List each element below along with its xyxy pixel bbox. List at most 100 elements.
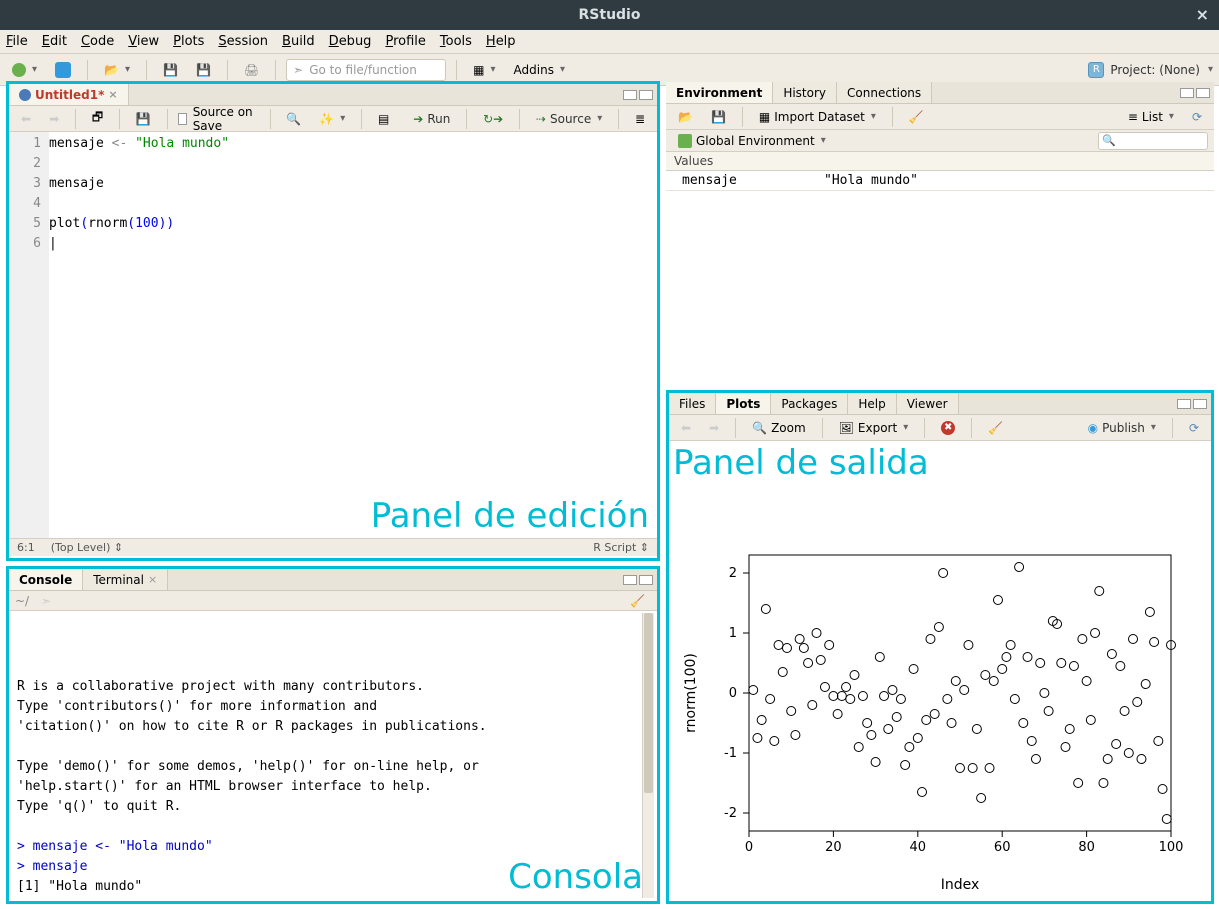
new-file-button[interactable]: ▾ <box>6 61 43 79</box>
editor-minimize-icon[interactable] <box>623 90 637 100</box>
window-close-button[interactable]: × <box>1196 0 1209 30</box>
outline-button[interactable]: ≣ <box>629 110 651 128</box>
cursor-position: 6:1 <box>17 541 35 554</box>
open-file-button[interactable]: 📂▾ <box>98 61 136 79</box>
editor-gutter: 123456 <box>9 132 49 538</box>
terminal-tab[interactable]: Terminal× <box>83 569 168 590</box>
console-scrollbar[interactable] <box>642 613 654 898</box>
output-maximize-icon[interactable] <box>1193 399 1207 409</box>
output-minimize-icon[interactable] <box>1177 399 1191 409</box>
env-scope-selector[interactable]: Global Environment▾ <box>672 132 832 150</box>
save-all-button[interactable]: 💾 <box>190 61 217 79</box>
clear-plots-button[interactable]: 🧹 <box>982 419 1009 437</box>
env-values-header: Values <box>666 152 1214 171</box>
svg-text:-1: -1 <box>724 746 737 761</box>
env-maximize-icon[interactable] <box>1196 88 1210 98</box>
terminal-close-icon[interactable]: × <box>148 573 157 586</box>
search-icon: 🔍 <box>1102 134 1116 147</box>
addins-menu[interactable]: Addins▾ <box>508 61 571 79</box>
export-button[interactable]: 🖼 Export▾ <box>833 419 915 437</box>
close-tab-icon[interactable]: × <box>108 88 117 101</box>
window-title: RStudio <box>579 7 641 23</box>
source-on-save-label: Source on Save <box>193 105 260 133</box>
editor-back-button[interactable]: ⬅ <box>15 110 37 128</box>
rerun-button[interactable]: ↻➔ <box>477 110 509 128</box>
plots-refresh-button[interactable]: ⟳ <box>1183 419 1205 437</box>
publish-button[interactable]: ◉ Publish▾ <box>1082 419 1162 437</box>
print-button[interactable]: 🖨 <box>238 61 265 79</box>
output-pane: Files Plots Packages Help Viewer ⬅ ➡ 🔍 Z… <box>666 390 1214 904</box>
menu-debug[interactable]: Debug <box>329 34 372 49</box>
editor-file-tab[interactable]: Untitled1* × <box>9 84 129 105</box>
menu-help[interactable]: Help <box>486 34 516 49</box>
run-button[interactable]: ➔ Run <box>407 110 456 128</box>
zoom-button[interactable]: 🔍 Zoom <box>746 419 812 437</box>
load-workspace-button[interactable]: 📂 <box>672 108 699 126</box>
menu-build[interactable]: Build <box>282 34 315 49</box>
clear-console-button[interactable]: 🧹 <box>624 592 651 610</box>
menu-tools[interactable]: Tools <box>440 34 472 49</box>
import-dataset-button[interactable]: ▦ Import Dataset▾ <box>753 108 882 126</box>
files-tab[interactable]: Files <box>669 393 716 414</box>
svg-text:Index: Index <box>941 877 980 893</box>
env-minimize-icon[interactable] <box>1180 88 1194 98</box>
environment-tab[interactable]: Environment <box>666 82 773 103</box>
source-on-save-checkbox[interactable] <box>178 113 187 125</box>
globe-icon <box>678 134 692 148</box>
grid-button[interactable]: ▦▾ <box>467 61 501 79</box>
menu-plots[interactable]: Plots <box>173 34 204 49</box>
remove-plot-button[interactable]: ✖ <box>935 419 961 437</box>
editor-fwd-button[interactable]: ➡ <box>43 110 65 128</box>
packages-tab[interactable]: Packages <box>771 393 848 414</box>
svg-text:0: 0 <box>729 686 737 701</box>
console-output[interactable]: R is a collaborative project with many c… <box>9 611 657 899</box>
plot-prev-button[interactable]: ⬅ <box>675 419 697 437</box>
magic-wand-button[interactable]: ✨▾ <box>313 110 351 128</box>
file-type-selector[interactable]: R Script ⇕ <box>593 541 649 554</box>
show-in-new-window-button[interactable]: 🗗 <box>86 106 109 131</box>
editor-save-button[interactable]: 💾 <box>130 110 157 128</box>
menu-profile[interactable]: Profile <box>385 34 425 49</box>
svg-text:1: 1 <box>729 626 737 641</box>
viewer-tab[interactable]: Viewer <box>897 393 959 414</box>
notebook-button[interactable]: ▤ <box>372 110 395 128</box>
console-cwd: ~/ <box>15 594 29 608</box>
project-menu[interactable]: R Project: (None) ▾ <box>1088 62 1213 78</box>
console-cwd-go-icon[interactable]: ➣ <box>35 592 57 610</box>
plot-next-button[interactable]: ➡ <box>703 419 725 437</box>
env-row[interactable]: mensaje"Hola mundo" <box>666 171 1214 191</box>
save-button[interactable]: 💾 <box>157 61 184 79</box>
connections-tab[interactable]: Connections <box>837 82 932 103</box>
plots-tab[interactable]: Plots <box>716 393 771 414</box>
editor-maximize-icon[interactable] <box>639 90 653 100</box>
editor-code-area[interactable]: mensaje <- "Hola mundo"mensajeplot(rnorm… <box>49 132 657 538</box>
console-tab[interactable]: Console <box>9 569 83 590</box>
save-workspace-button[interactable]: 💾 <box>705 108 732 126</box>
find-button[interactable]: 🔍 <box>280 110 307 128</box>
svg-text:20: 20 <box>825 840 842 855</box>
env-refresh-button[interactable]: ⟳ <box>1186 108 1208 126</box>
new-project-button[interactable] <box>49 60 77 80</box>
clear-env-button[interactable]: 🧹 <box>903 108 930 126</box>
menu-edit[interactable]: Edit <box>42 34 67 49</box>
svg-text:60: 60 <box>994 840 1011 855</box>
svg-text:100: 100 <box>1159 840 1184 855</box>
go-arrow-icon: ➣ <box>293 63 303 77</box>
scope-selector[interactable]: (Top Level) ⇕ <box>51 541 123 554</box>
workspace: Untitled1* × ⬅ ➡ 🗗 💾 Source on Save 🔍 ✨▾… <box>0 86 1219 909</box>
plot-area: 020406080100-2-1012Indexrnorm(100) <box>669 445 1211 901</box>
svg-text:2: 2 <box>729 566 737 581</box>
history-tab[interactable]: History <box>773 82 837 103</box>
go-to-file-input[interactable]: ➣ Go to file/function <box>286 59 446 81</box>
env-view-mode[interactable]: ≡ List▾ <box>1122 108 1180 126</box>
source-button[interactable]: ⇢ Source▾ <box>530 110 608 128</box>
help-tab[interactable]: Help <box>848 393 896 414</box>
svg-text:0: 0 <box>745 840 753 855</box>
menu-file[interactable]: File <box>6 34 28 49</box>
svg-text:rnorm(100): rnorm(100) <box>683 653 699 733</box>
menu-view[interactable]: View <box>128 34 159 49</box>
console-maximize-icon[interactable] <box>639 575 653 585</box>
menu-session[interactable]: Session <box>218 34 268 49</box>
menu-code[interactable]: Code <box>81 34 114 49</box>
console-minimize-icon[interactable] <box>623 575 637 585</box>
